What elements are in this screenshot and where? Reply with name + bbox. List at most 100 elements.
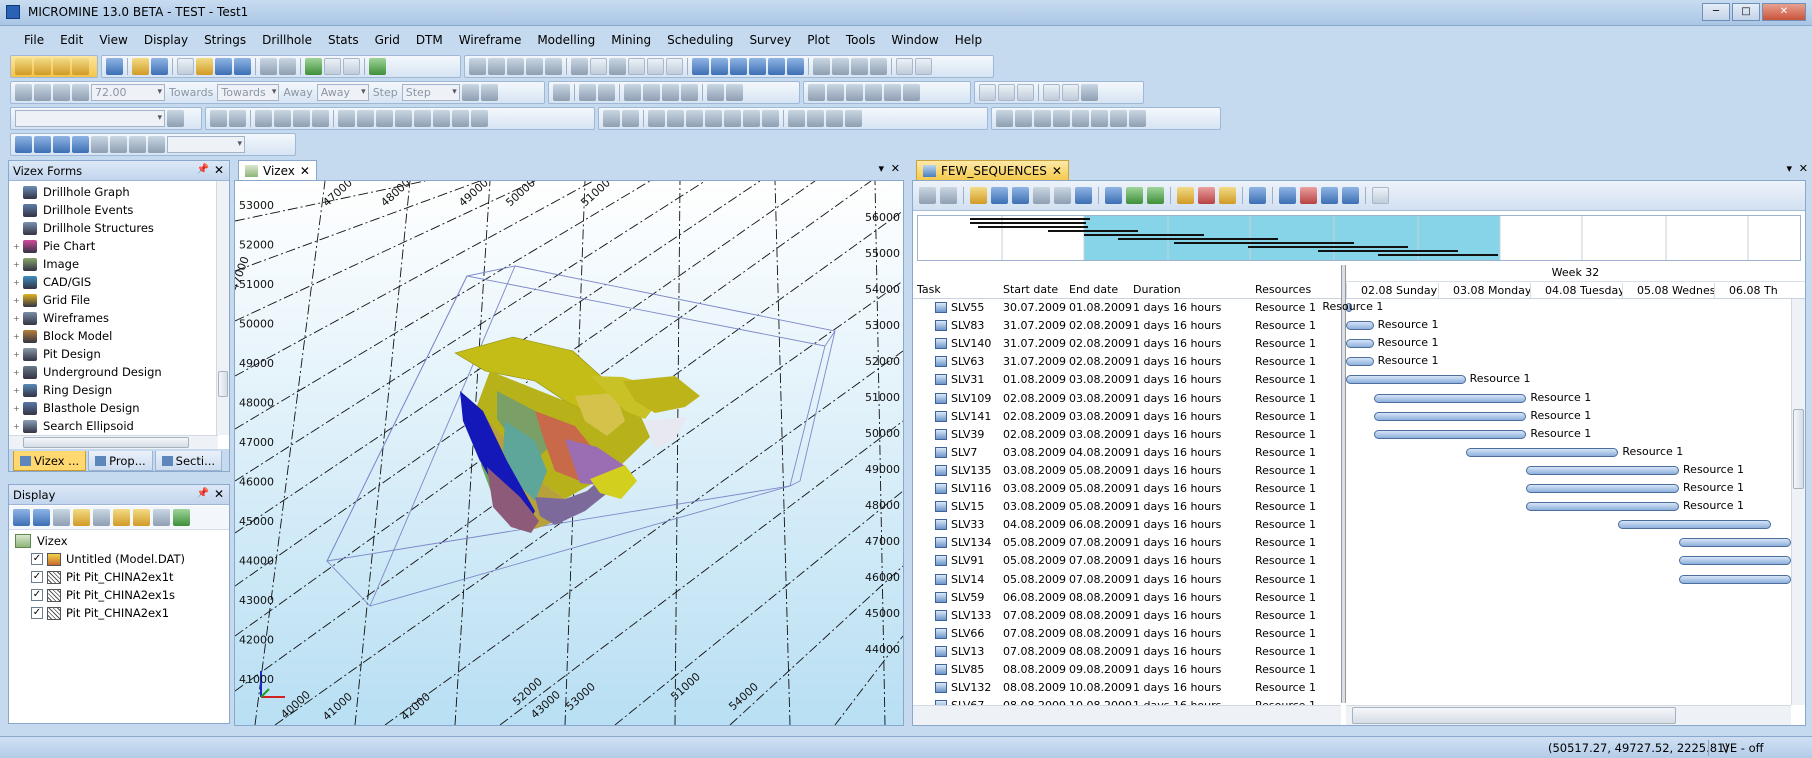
gantt-bar[interactable] <box>1373 393 1527 403</box>
gantt-bar[interactable] <box>1679 538 1791 548</box>
layers-icon[interactable] <box>305 57 322 75</box>
expand-icon[interactable]: + <box>13 404 23 413</box>
table-row[interactable]: SLV6708.08.200910.08.20091 days 16 hours… <box>913 697 1805 705</box>
layer-checkbox[interactable]: ✓ <box>31 553 43 565</box>
menu-display[interactable]: Display <box>136 28 196 52</box>
display-item[interactable]: ✓ Pit Pit_CHINA2ex1s <box>31 586 175 604</box>
table-row[interactable]: SLV66 07.08.2009 08.08.2009 1 days 16 hours… <box>913 625 1805 643</box>
digitize-5-icon[interactable] <box>293 109 310 127</box>
menu-edit[interactable]: Edit <box>52 28 91 52</box>
display-item[interactable]: ✓ Pit Pit_CHINA2ex1 <box>31 604 169 622</box>
light-5-icon[interactable] <box>1062 83 1079 101</box>
close-icon[interactable]: ✕ <box>214 487 224 501</box>
form-item-drillhole-structures[interactable]: Drillhole Structures <box>13 219 154 237</box>
gantt-bar[interactable] <box>1465 447 1619 457</box>
gantt-grid-icon[interactable] <box>970 187 987 204</box>
extra-8-icon[interactable] <box>148 135 165 153</box>
new-file-icon[interactable] <box>177 57 194 75</box>
table-row[interactable]: SLV109 02.08.2009 03.08.2009 1 days 16 hour… <box>913 390 1805 408</box>
table-row[interactable]: SLV132 08.08.2009 10.08.2009 1 days 16 hour… <box>913 679 1805 697</box>
gantt-tool-9-icon[interactable] <box>1219 187 1236 204</box>
display-tool-8-icon[interactable] <box>153 509 170 526</box>
menu-file[interactable]: File <box>16 28 52 52</box>
open-folder-icon[interactable] <box>132 57 149 75</box>
extra-5-icon[interactable] <box>91 135 108 153</box>
digitize-11-icon[interactable] <box>414 109 431 127</box>
export-icon[interactable] <box>369 57 386 75</box>
model-8-icon[interactable] <box>1129 109 1146 127</box>
menu-dtm[interactable]: DTM <box>408 28 451 52</box>
menu-view[interactable]: View <box>91 28 135 52</box>
digitize-8-icon[interactable] <box>357 109 374 127</box>
digitize-7-icon[interactable] <box>338 109 355 127</box>
cube-2-icon[interactable] <box>832 57 849 75</box>
section-2-icon[interactable] <box>579 83 596 101</box>
column-resources[interactable]: Resources <box>1255 283 1311 299</box>
form-item-pie-chart[interactable]: + Pie Chart <box>13 237 95 255</box>
grid-2-icon[interactable] <box>827 83 844 101</box>
azimuth-combo[interactable]: 72.00 <box>91 83 165 101</box>
gantt-tool-5-icon[interactable] <box>1075 187 1092 204</box>
digitize-2-icon[interactable] <box>229 109 246 127</box>
table-row[interactable]: SLV63 31.07.2009 02.08.2009 1 days 16 hours… <box>913 353 1805 371</box>
display-tool-5-icon[interactable] <box>93 509 110 526</box>
arrow-right-icon[interactable] <box>480 83 498 101</box>
save-all-icon[interactable] <box>234 57 251 75</box>
pointer-icon[interactable] <box>469 57 486 75</box>
section-7-icon[interactable] <box>681 83 698 101</box>
towards-combo[interactable]: Towards <box>217 83 280 101</box>
menu-tools[interactable]: Tools <box>838 28 884 52</box>
model-4-icon[interactable] <box>1053 109 1070 127</box>
gantt-tool-6-icon[interactable] <box>1105 187 1122 204</box>
gantt-tool-2-icon[interactable] <box>1012 187 1029 204</box>
zoom-icon[interactable] <box>488 57 505 75</box>
close-icon[interactable]: ✕ <box>1799 162 1808 175</box>
gantt-tool-12-icon[interactable] <box>1300 187 1317 204</box>
gantt-bar[interactable] <box>1373 429 1527 439</box>
expand-icon[interactable]: + <box>13 422 23 431</box>
close-tab-icon[interactable]: ✕ <box>300 164 310 178</box>
edit-object-icon[interactable] <box>167 109 184 127</box>
form-item-image[interactable]: + Image <box>13 255 79 273</box>
table-row[interactable]: SLV135 03.08.2009 05.08.2009 1 days 16 hour… <box>913 462 1805 480</box>
gantt-tool-13-icon[interactable] <box>1321 187 1338 204</box>
section-9-icon[interactable] <box>726 83 743 101</box>
cube-4-icon[interactable] <box>870 57 887 75</box>
arrow-left-icon[interactable] <box>461 83 479 101</box>
tool-mode-4[interactable] <box>72 57 89 75</box>
open-file-icon[interactable] <box>151 57 168 75</box>
grid-1-icon[interactable] <box>808 83 825 101</box>
table-row[interactable]: SLV133 07.08.2009 08.08.2009 1 days 16 hour… <box>913 607 1805 625</box>
form-item-ring-design[interactable]: + Ring Design <box>13 381 112 399</box>
table-row[interactable]: SLV33 04.08.2009 06.08.2009 1 days 16 hours… <box>913 516 1805 534</box>
menu-mining[interactable]: Mining <box>603 28 659 52</box>
table-row[interactable]: SLV55 30.07.2009 01.08.2009 1 days 16 hours… <box>913 299 1805 317</box>
table-row[interactable]: SLV13 07.08.2009 08.08.2009 1 days 16 hours… <box>913 643 1805 661</box>
digitize-4-icon[interactable] <box>274 109 291 127</box>
undo-icon[interactable] <box>260 57 277 75</box>
form-item-pit-design[interactable]: + Pit Design <box>13 345 101 363</box>
extra-2-icon[interactable] <box>34 135 51 153</box>
gantt-bar[interactable] <box>1346 357 1374 367</box>
view-left-icon[interactable] <box>730 57 747 75</box>
expand-icon[interactable]: + <box>13 242 23 251</box>
vizex-3d-view[interactable]: 47000 48000 49000 50000 51000 53000 52000 51000… <box>235 181 903 725</box>
light-3-icon[interactable] <box>1017 83 1034 101</box>
gantt-tool-15-icon[interactable] <box>1372 187 1389 204</box>
view-bottom-icon[interactable] <box>787 57 804 75</box>
cube-icon[interactable] <box>813 57 830 75</box>
digitize-12-icon[interactable] <box>433 109 450 127</box>
table-row[interactable]: SLV91 05.08.2009 07.08.2009 1 days 16 hours… <box>913 552 1805 570</box>
extra-3-icon[interactable] <box>53 135 70 153</box>
tool-f-icon[interactable] <box>743 109 760 127</box>
menu-strings[interactable]: Strings <box>196 28 254 52</box>
forms-vertical-scrollbar[interactable] <box>216 181 229 435</box>
display-tool-2-icon[interactable] <box>33 509 50 526</box>
tool-i-icon[interactable] <box>807 109 824 127</box>
expand-icon[interactable]: + <box>13 314 23 323</box>
menu-survey[interactable]: Survey <box>741 28 799 52</box>
window-icon[interactable] <box>324 57 341 75</box>
tool-k-icon[interactable] <box>845 109 862 127</box>
display-item[interactable]: ✓ Untitled (Model.DAT) <box>31 550 185 568</box>
expand-icon[interactable]: + <box>13 260 23 269</box>
